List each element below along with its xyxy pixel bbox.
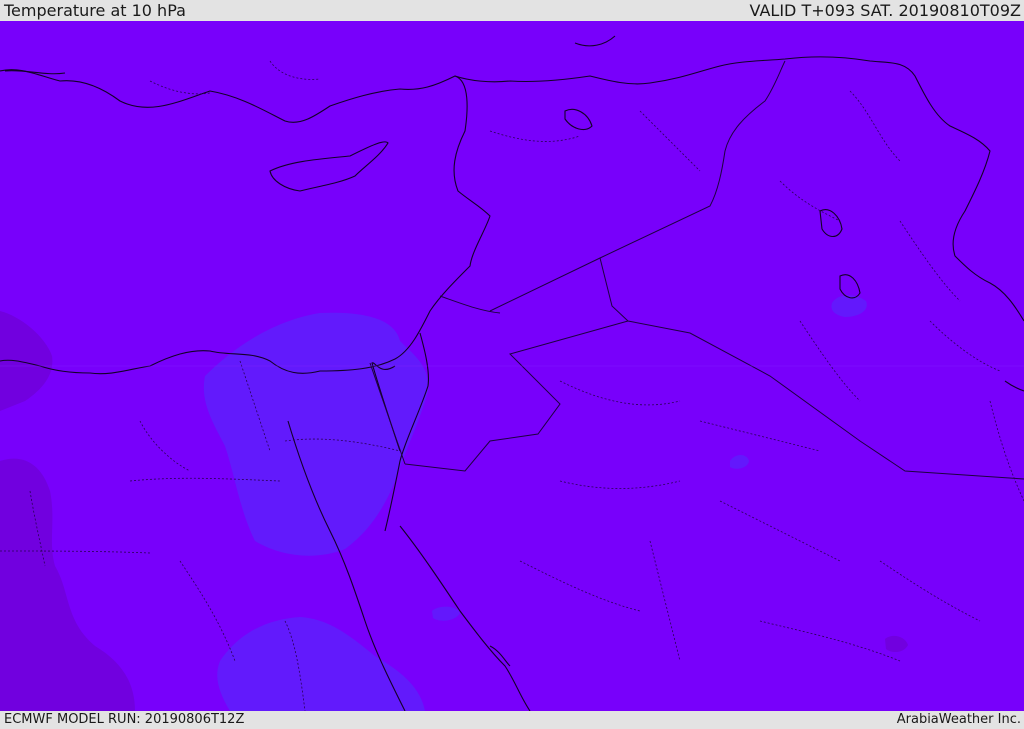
footer-bar: ECMWF MODEL RUN: 20190806T12Z ArabiaWeat…	[0, 711, 1024, 729]
valid-time-label: VALID T+093 SAT. 20190810T09Z	[749, 1, 1021, 20]
header-bar: Temperature at 10 hPa VALID T+093 SAT. 2…	[0, 0, 1024, 21]
map-title: Temperature at 10 hPa	[4, 1, 186, 20]
credit-label: ArabiaWeather Inc.	[896, 712, 1021, 727]
temperature-map	[0, 21, 1024, 711]
model-run-label: ECMWF MODEL RUN: 20190806T12Z	[4, 712, 245, 727]
